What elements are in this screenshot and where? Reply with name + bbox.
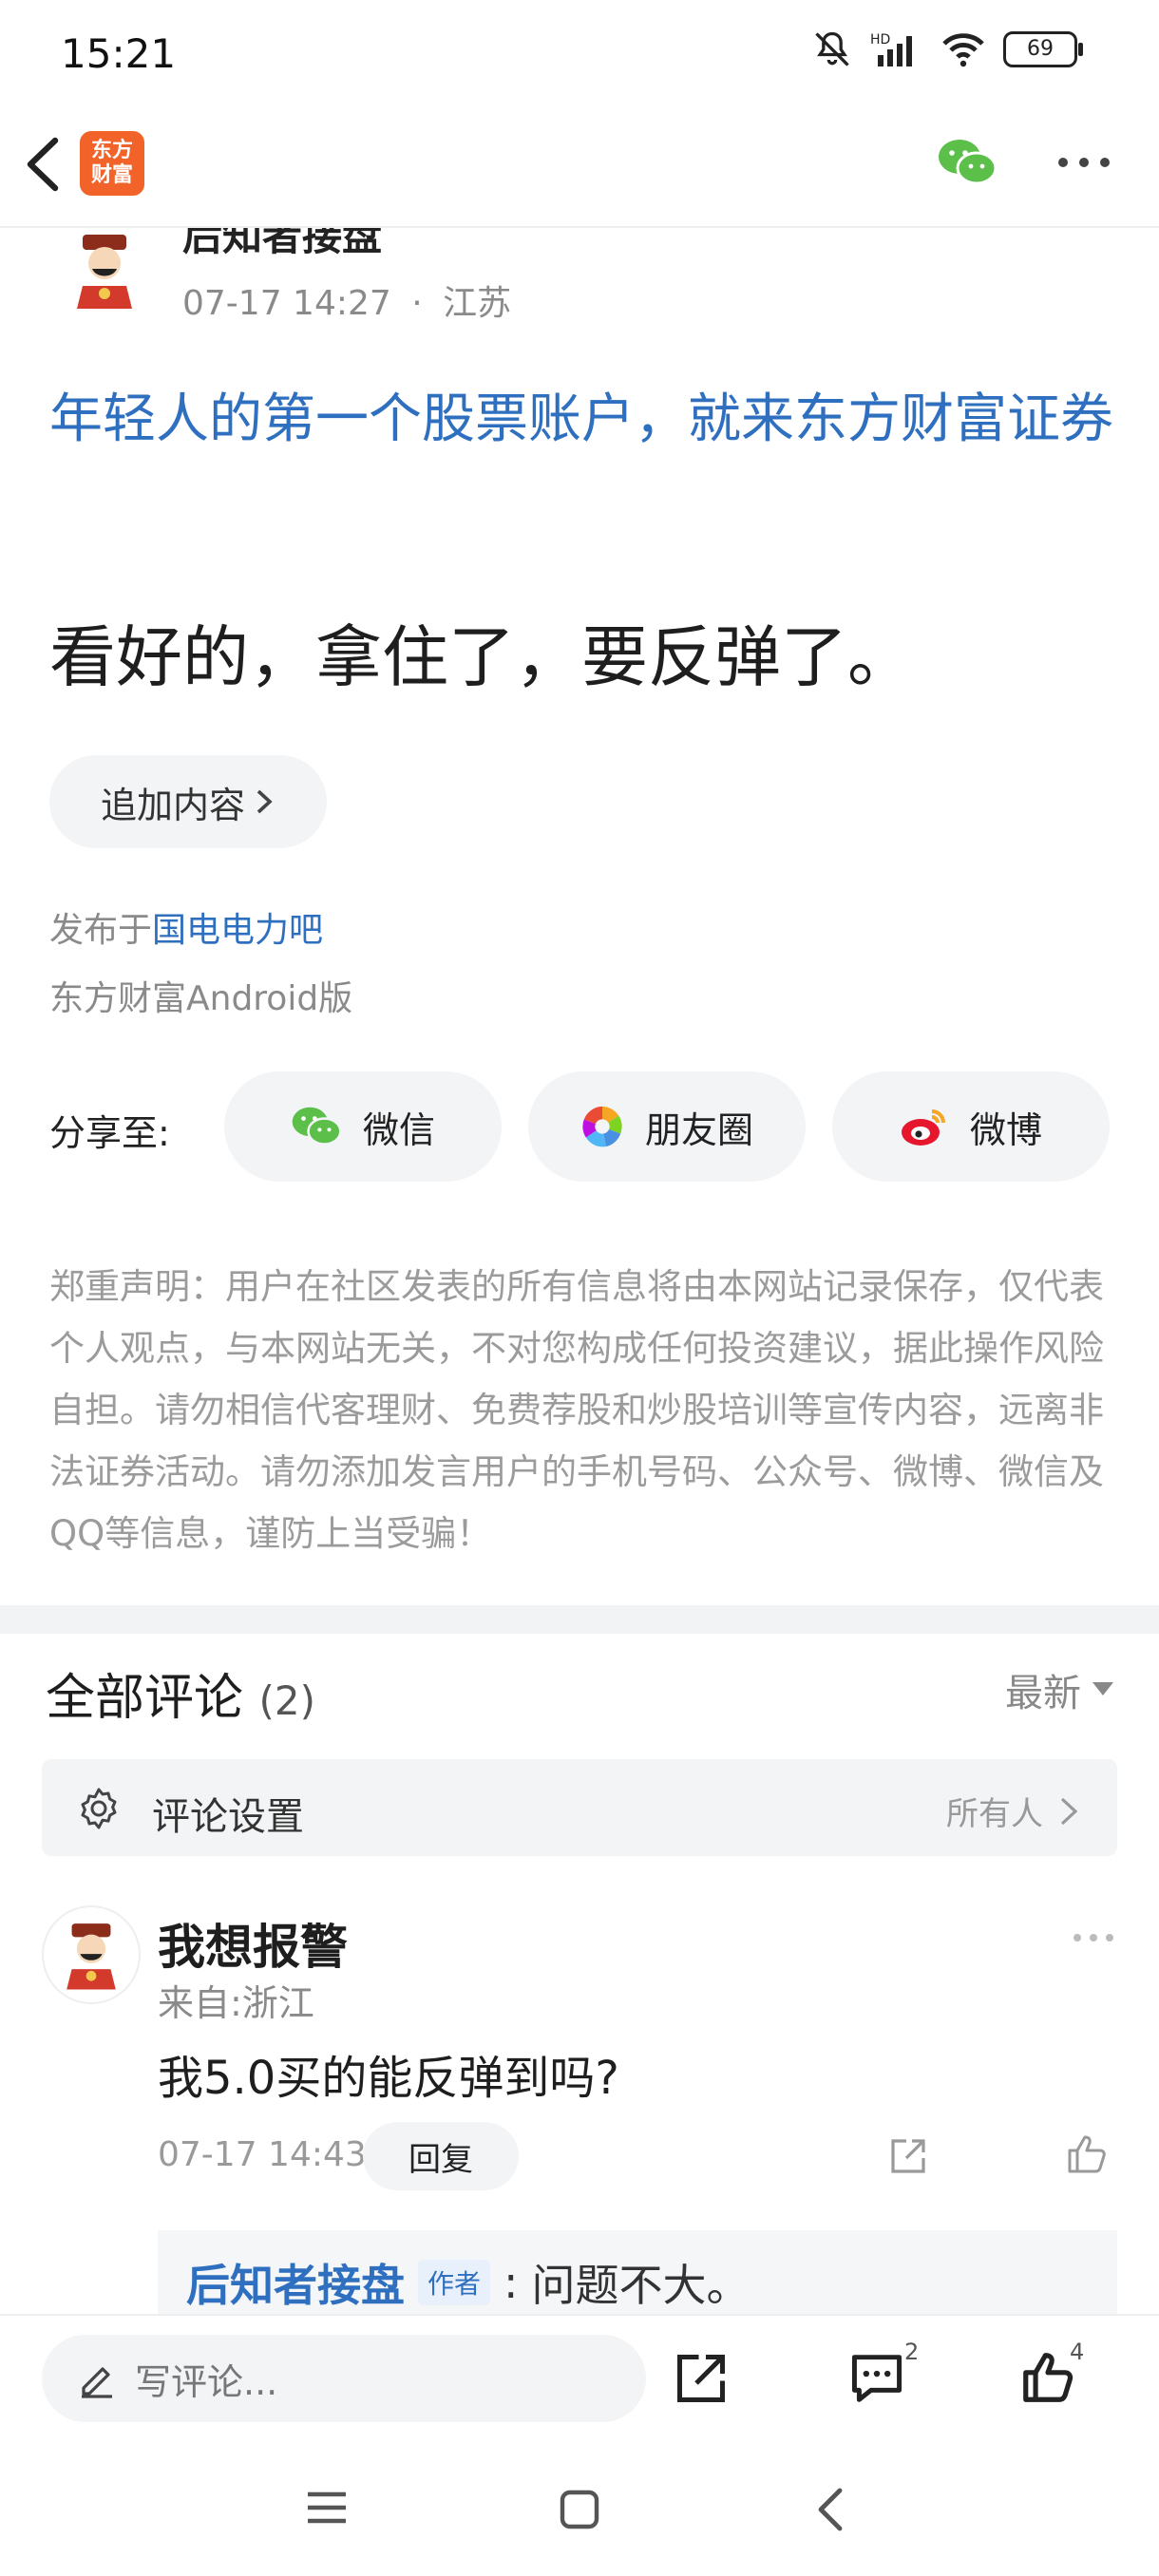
share-icon[interactable] bbox=[673, 2350, 730, 2407]
status-time: 15:21 bbox=[61, 30, 177, 77]
wechat-icon bbox=[292, 1107, 342, 1146]
sub-reply-text: 问题不大。 bbox=[531, 2260, 750, 2311]
like-count-badge: 4 bbox=[1070, 2339, 1085, 2365]
caret-down-icon bbox=[1092, 1682, 1113, 1695]
comment-more-icon[interactable] bbox=[1072, 1932, 1115, 1943]
sort-dropdown[interactable]: 最新 bbox=[1005, 1662, 1113, 1717]
author-tag: 作者 bbox=[418, 2260, 491, 2305]
share-wechat-label: 微信 bbox=[362, 1108, 435, 1151]
share-weibo-button[interactable]: 微博 bbox=[832, 1071, 1110, 1182]
share-moments-button[interactable]: 朋友圈 bbox=[528, 1071, 806, 1182]
god-of-wealth-avatar-icon bbox=[66, 1923, 116, 1990]
share-label: 分享至: bbox=[49, 1112, 170, 1154]
client-source: 东方财富Android版 bbox=[49, 979, 353, 1018]
gear-icon bbox=[81, 1788, 117, 1829]
back-nav-icon[interactable] bbox=[815, 2487, 846, 2532]
post-meta: 07-17 14:27 · 江苏 bbox=[182, 275, 511, 325]
add-content-button[interactable]: 追加内容 bbox=[49, 755, 327, 848]
add-content-label: 追加内容 bbox=[100, 784, 245, 826]
sort-label: 最新 bbox=[1005, 1672, 1081, 1715]
published-in: 发布于国电电力吧 bbox=[49, 902, 323, 952]
comment-settings-row[interactable]: 评论设置 所有人 bbox=[42, 1759, 1117, 1856]
comment-icon[interactable] bbox=[847, 2350, 906, 2407]
hd-signal-icon: HD bbox=[870, 32, 912, 66]
section-divider bbox=[0, 1605, 1159, 1634]
logo-text-top: 东方 bbox=[90, 139, 133, 162]
share-comment-icon[interactable] bbox=[887, 2135, 929, 2177]
moments-icon bbox=[582, 1106, 622, 1147]
write-comment-placeholder: 写评论... bbox=[135, 2360, 278, 2403]
comments-header: 全部评论 (2) bbox=[46, 1657, 315, 1729]
share-weibo-label: 微博 bbox=[969, 1108, 1042, 1151]
home-icon[interactable] bbox=[559, 2489, 600, 2530]
back-arrow-icon[interactable] bbox=[23, 135, 63, 194]
wechat-icon[interactable] bbox=[937, 138, 998, 187]
author-avatar[interactable] bbox=[59, 228, 150, 315]
meta-separator: · bbox=[411, 284, 423, 323]
svg-text:HD: HD bbox=[870, 32, 890, 47]
post-time: 07-17 14:27 bbox=[182, 284, 391, 323]
chevron-right-icon bbox=[1060, 1797, 1078, 1825]
chevron-right-icon bbox=[256, 789, 273, 814]
thumbs-up-icon[interactable] bbox=[1064, 2131, 1110, 2177]
disclaimer-text: 郑重声明：用户在社区发表的所有信息将由本网站记录保存，仅代表个人观点，与本网站无… bbox=[49, 1266, 1104, 1554]
share-wechat-button[interactable]: 微信 bbox=[224, 1071, 502, 1182]
share-moments-label: 朋友圈 bbox=[644, 1108, 753, 1151]
comment-permission-value: 所有人 bbox=[946, 1795, 1043, 1833]
stock-bar-link[interactable]: 国电电力吧 bbox=[152, 911, 323, 950]
god-of-wealth-avatar-icon bbox=[77, 235, 132, 309]
comment-time: 07-17 14:43 bbox=[158, 2135, 367, 2174]
sub-reply-box[interactable]: 后知者接盘 作者 : 问题不大。 bbox=[158, 2230, 1117, 2316]
comment-text: 我5.0买的能反弹到吗? bbox=[158, 2052, 619, 2105]
published-prefix: 发布于 bbox=[49, 911, 153, 950]
more-dots-icon[interactable] bbox=[1056, 156, 1112, 169]
wifi-icon bbox=[942, 33, 984, 67]
like-icon[interactable] bbox=[1018, 2348, 1077, 2407]
write-comment-input[interactable]: 写评论... bbox=[42, 2335, 646, 2422]
mute-bell-icon bbox=[815, 31, 849, 66]
logo-text-bottom: 财富 bbox=[90, 163, 133, 187]
commenter-name[interactable]: 我想报警 bbox=[158, 1909, 348, 1978]
comments-count: (2) bbox=[258, 1677, 316, 1724]
comment-settings-label: 评论设置 bbox=[152, 1795, 304, 1839]
status-icons: HD 69 bbox=[811, 28, 1083, 70]
promo-link[interactable]: 年轻人的第一个股票账户，就来东方财富证券 bbox=[49, 378, 1113, 462]
comment-location: 来自:浙江 bbox=[158, 1982, 314, 2024]
sub-reply-author[interactable]: 后知者接盘 bbox=[186, 2251, 405, 2314]
post-author-header: 后知者接盘 07-17 14:27 · 江苏 bbox=[0, 228, 1159, 332]
pencil-icon bbox=[82, 2367, 112, 2398]
weibo-icon bbox=[901, 1109, 945, 1146]
menu-icon[interactable] bbox=[306, 2489, 348, 2527]
comments-title: 全部评论 bbox=[46, 1670, 244, 1727]
commenter-avatar[interactable] bbox=[42, 1905, 141, 2004]
post-location: 江苏 bbox=[443, 284, 512, 323]
sub-reply-colon: : bbox=[504, 2257, 519, 2308]
app-logo: 东方 财富 bbox=[80, 131, 144, 196]
comment-settings-value: 所有人 bbox=[946, 1788, 1079, 1834]
post-body: 看好的，拿住了，要反弹了。 bbox=[49, 618, 914, 696]
author-name[interactable]: 后知者接盘 bbox=[182, 228, 382, 262]
reply-button[interactable]: 回复 bbox=[363, 2122, 519, 2190]
battery-icon: 69 bbox=[1003, 31, 1083, 67]
comment-count-badge: 2 bbox=[904, 2339, 920, 2365]
